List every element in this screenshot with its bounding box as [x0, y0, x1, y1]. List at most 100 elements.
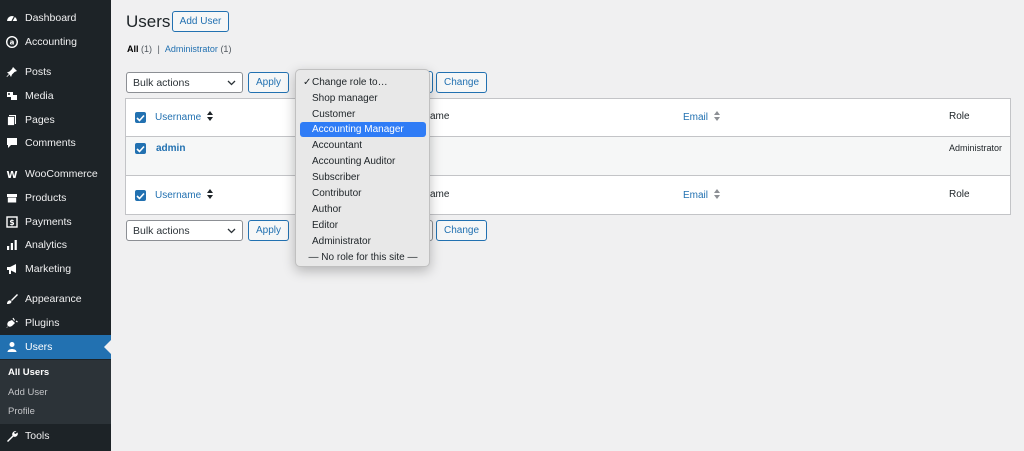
sidebar-item-label: Users — [25, 341, 53, 353]
column-email-label: Email — [683, 112, 709, 124]
table-row — [126, 137, 1010, 176]
admin-sidebar: Dashboard a Accounting Posts Media Pages… — [0, 0, 111, 451]
sidebar-item-label: Tools — [25, 430, 50, 442]
sidebar-item-accounting[interactable]: a Accounting — [0, 30, 111, 54]
megaphone-icon — [6, 263, 18, 275]
row-checkbox[interactable] — [135, 143, 146, 154]
bulk-actions-label: Bulk actions — [133, 76, 190, 89]
role-option-change-role[interactable]: ✓ Change role to… — [300, 75, 426, 90]
sidebar-item-appearance[interactable]: Appearance — [0, 287, 111, 311]
role-option-contributor[interactable]: Contributor — [300, 186, 426, 201]
dashboard-icon — [6, 12, 18, 24]
role-option-customer[interactable]: Customer — [300, 107, 426, 122]
view-separator: | — [157, 44, 160, 54]
svg-text:$: $ — [9, 218, 14, 227]
pages-icon — [6, 114, 18, 126]
sidebar-item-label: WooCommerce — [25, 168, 98, 180]
column-email[interactable]: Email — [683, 111, 720, 124]
role-option-author[interactable]: Author — [300, 202, 426, 217]
view-all-count: (1) — [141, 44, 153, 54]
change-button-top[interactable]: Change — [436, 72, 487, 93]
column-username-label: Username — [155, 190, 202, 202]
role-option-accountant[interactable]: Accountant — [300, 138, 426, 153]
column-name[interactable]: ame — [430, 111, 449, 122]
submenu-add-user[interactable]: Add User — [8, 387, 48, 398]
sidebar-item-media[interactable]: Media — [0, 84, 111, 108]
add-user-button[interactable]: Add User — [172, 11, 229, 32]
plugin-icon — [6, 317, 18, 329]
submenu-all-users[interactable]: All Users — [8, 367, 49, 378]
sidebar-item-label: Marketing — [25, 263, 72, 275]
user-icon — [6, 341, 18, 353]
sidebar-item-label: Analytics — [25, 239, 68, 251]
sidebar-item-dashboard[interactable]: Dashboard — [0, 6, 111, 30]
role-option-accounting-manager[interactable]: Accounting Manager — [300, 122, 426, 137]
chevron-down-icon — [227, 77, 236, 89]
column-role-footer: Role — [949, 189, 970, 200]
role-option-editor[interactable]: Editor — [300, 218, 426, 233]
checkmark-icon: ✓ — [303, 77, 312, 88]
column-username-footer[interactable]: Username — [155, 189, 213, 202]
sidebar-item-label: Plugins — [25, 317, 60, 329]
svg-text:W: W — [6, 170, 17, 180]
role-option-no-role[interactable]: — No role for this site — — [300, 250, 426, 265]
role-option-subscriber[interactable]: Subscriber — [300, 170, 426, 185]
view-administrator[interactable]: Administrator — [165, 44, 218, 54]
view-administrator-count: (1) — [220, 44, 232, 54]
users-submenu: All Users Add User Profile — [0, 360, 111, 424]
sidebar-item-products[interactable]: Products — [0, 186, 111, 210]
role-option-administrator[interactable]: Administrator — [300, 234, 426, 249]
brush-icon — [6, 293, 18, 305]
apply-button-bottom[interactable]: Apply — [248, 220, 289, 241]
sidebar-item-label: Posts — [25, 66, 52, 78]
sort-icon — [206, 189, 213, 202]
sidebar-item-tools[interactable]: Tools — [0, 424, 111, 448]
column-role: Role — [949, 111, 970, 122]
sidebar-item-label: Comments — [25, 137, 76, 149]
role-option-label: Change role to… — [312, 77, 388, 88]
user-role: Administrator — [949, 143, 1003, 153]
chevron-down-icon — [227, 225, 236, 237]
sidebar-item-label: Accounting — [25, 36, 77, 48]
column-email-label: Email — [683, 190, 709, 202]
accounting-icon: a — [6, 36, 18, 48]
user-link-admin[interactable]: admin — [156, 143, 185, 154]
sidebar-item-label: Dashboard — [25, 12, 77, 24]
pin-icon — [6, 66, 18, 78]
sidebar-item-posts[interactable]: Posts — [0, 60, 111, 84]
sidebar-item-users[interactable]: Users — [0, 335, 111, 359]
sidebar-item-pages[interactable]: Pages — [0, 108, 111, 132]
sidebar-item-marketing[interactable]: Marketing — [0, 257, 111, 281]
page-title: Users — [126, 12, 171, 31]
sidebar-item-analytics[interactable]: Analytics — [0, 233, 111, 257]
view-all[interactable]: All — [127, 44, 139, 54]
analytics-icon — [6, 239, 18, 251]
payments-icon: $ — [6, 216, 18, 228]
sidebar-item-woocommerce[interactable]: W WooCommerce — [0, 162, 111, 186]
sidebar-item-label: Media — [25, 90, 54, 102]
sort-icon — [713, 189, 720, 202]
column-name-footer[interactable]: ame — [430, 189, 449, 200]
role-option-shop-manager[interactable]: Shop manager — [300, 91, 426, 106]
media-icon — [6, 90, 18, 102]
change-button-bottom[interactable]: Change — [436, 220, 487, 241]
sidebar-item-label: Appearance — [25, 293, 82, 305]
apply-button-top[interactable]: Apply — [248, 72, 289, 93]
select-all-checkbox-footer[interactable] — [135, 190, 146, 201]
sidebar-item-label: Payments — [25, 216, 72, 228]
column-email-footer[interactable]: Email — [683, 189, 720, 202]
sidebar-item-label: Products — [25, 192, 67, 204]
wrench-icon — [6, 430, 18, 442]
bulk-actions-select-top[interactable]: Bulk actions — [126, 72, 243, 93]
comments-icon — [6, 137, 18, 149]
sidebar-item-plugins[interactable]: Plugins — [0, 311, 111, 335]
svg-text:a: a — [10, 39, 15, 47]
sidebar-item-payments[interactable]: $ Payments — [0, 210, 111, 234]
column-username[interactable]: Username — [155, 111, 213, 124]
role-option-accounting-auditor[interactable]: Accounting Auditor — [300, 154, 426, 169]
select-all-checkbox[interactable] — [135, 112, 146, 123]
bulk-actions-select-bottom[interactable]: Bulk actions — [126, 220, 243, 241]
submenu-profile[interactable]: Profile — [8, 406, 35, 417]
products-icon — [6, 192, 18, 204]
sidebar-item-comments[interactable]: Comments — [0, 131, 111, 155]
